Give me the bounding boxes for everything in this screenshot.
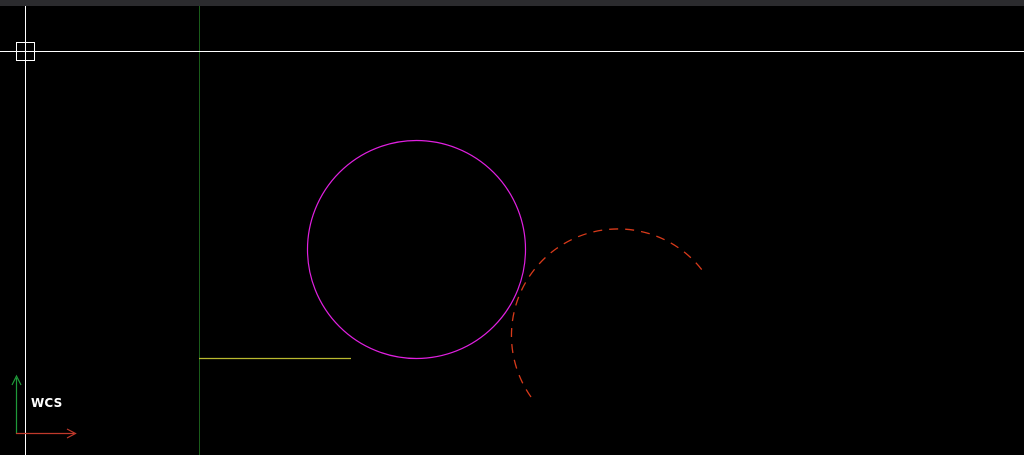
red-dashed-arc[interactable] <box>510 228 706 398</box>
ucs-label: WCS <box>31 396 63 410</box>
crosshair-cursor <box>0 6 1024 455</box>
model-space-drawing[interactable] <box>0 6 1024 455</box>
magenta-circle[interactable] <box>306 139 527 360</box>
drawing-canvas[interactable]: WCS <box>0 6 1024 455</box>
